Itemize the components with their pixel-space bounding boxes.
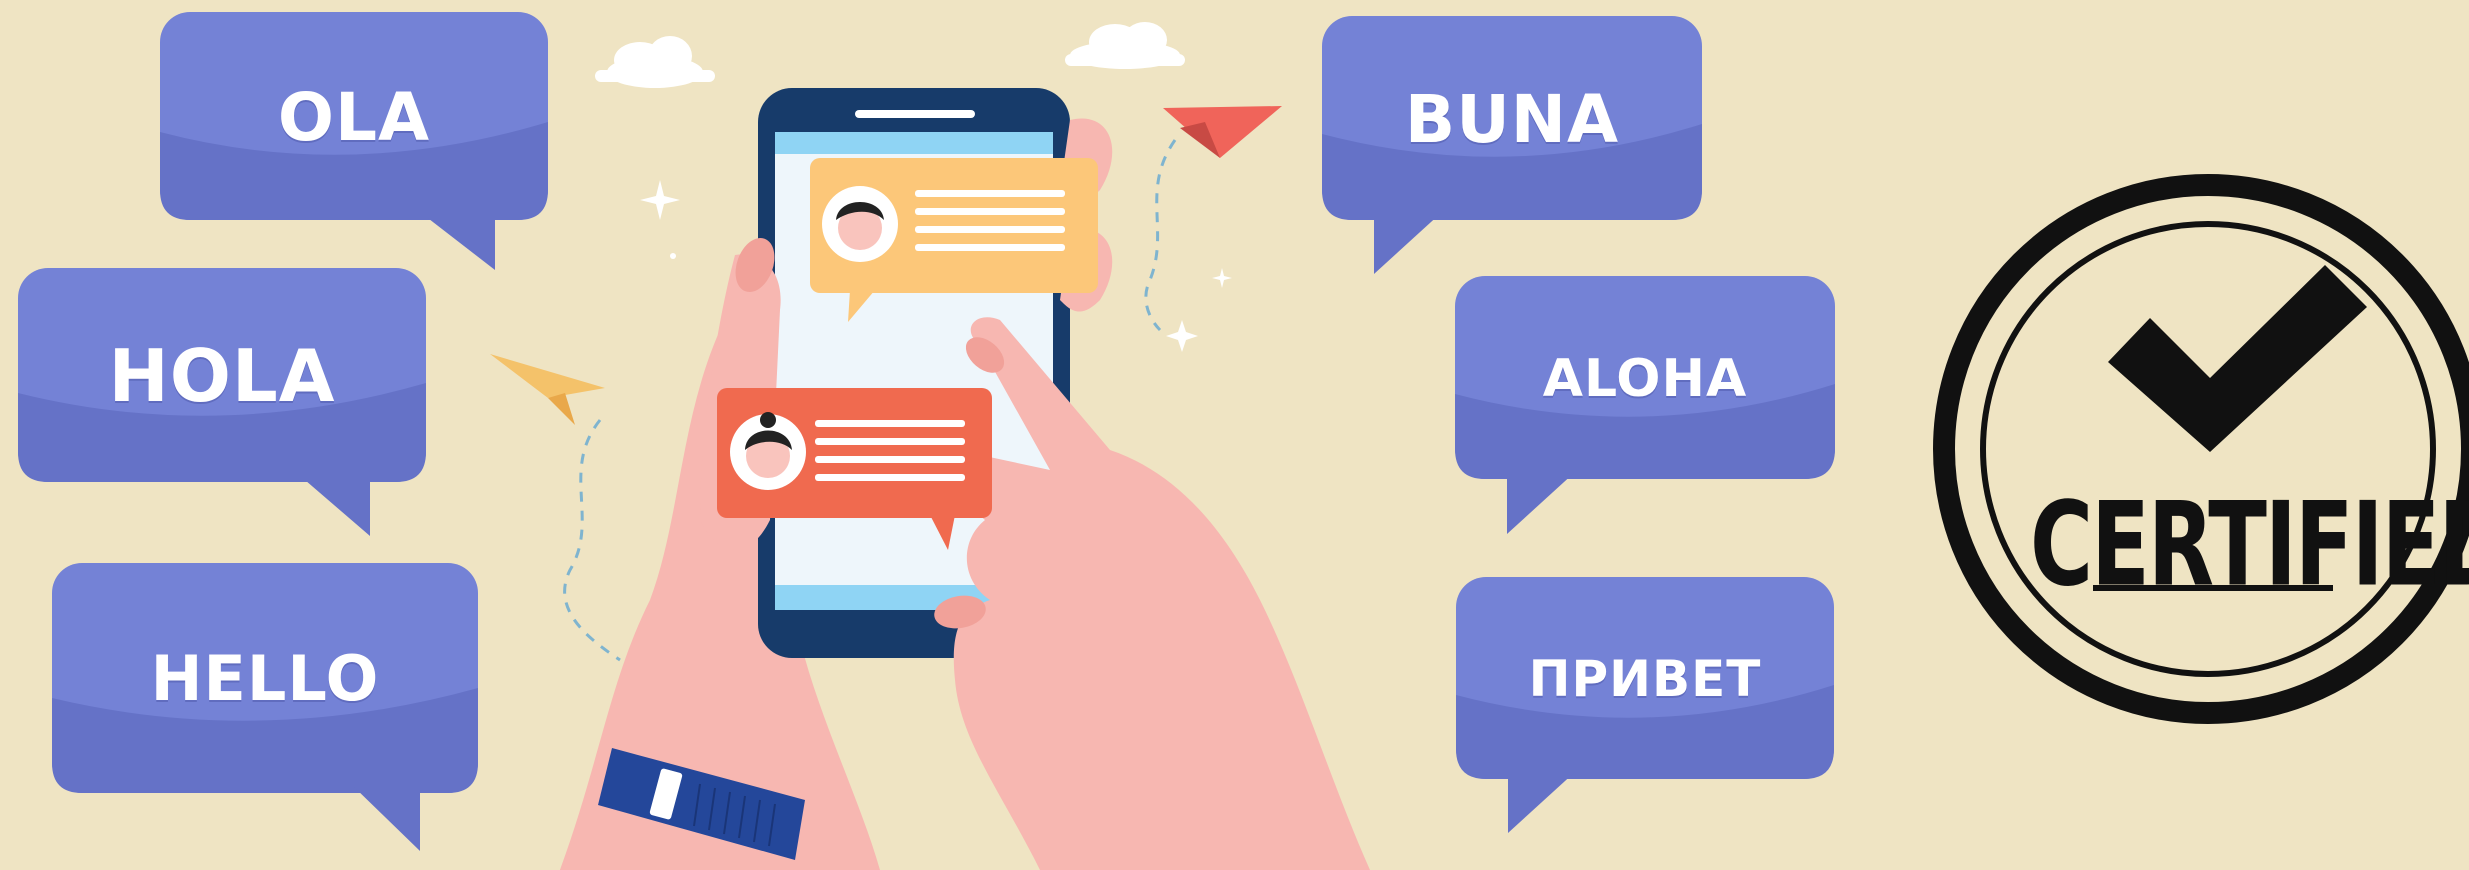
greeting-buna: BUNA (1404, 80, 1620, 158)
illustration-scene: OLA HOLA HELLO BUNA ALOHA ПРИВЕТ CERTIFI… (0, 0, 2469, 870)
greeting-hola: HOLA (108, 334, 336, 418)
paper-plane-icon (490, 354, 605, 425)
cloud-icon (595, 36, 715, 88)
speech-bubble-hello: HELLO (52, 563, 478, 851)
speech-bubble-buna: BUNA (1322, 16, 1702, 274)
greeting-ola: OLA (277, 78, 431, 156)
certified-stamp (1933, 174, 2469, 724)
speech-bubble-aloha: ALOHA (1455, 276, 1835, 534)
speech-bubble-hola: HOLA (18, 268, 426, 536)
paper-plane-icon (1163, 106, 1282, 158)
greeting-privet: ПРИВЕТ (1528, 649, 1762, 708)
cloud-icon (1065, 22, 1185, 69)
speech-bubble-privet: ПРИВЕТ (1456, 577, 1834, 833)
greeting-hello: HELLO (150, 641, 380, 715)
certified-label: CERTIFIED (2030, 478, 2469, 613)
avatar-icon (822, 186, 898, 262)
checkmark-icon (2108, 265, 2367, 452)
speech-bubble-ola: OLA (160, 12, 548, 270)
greeting-aloha: ALOHA (1542, 348, 1748, 409)
